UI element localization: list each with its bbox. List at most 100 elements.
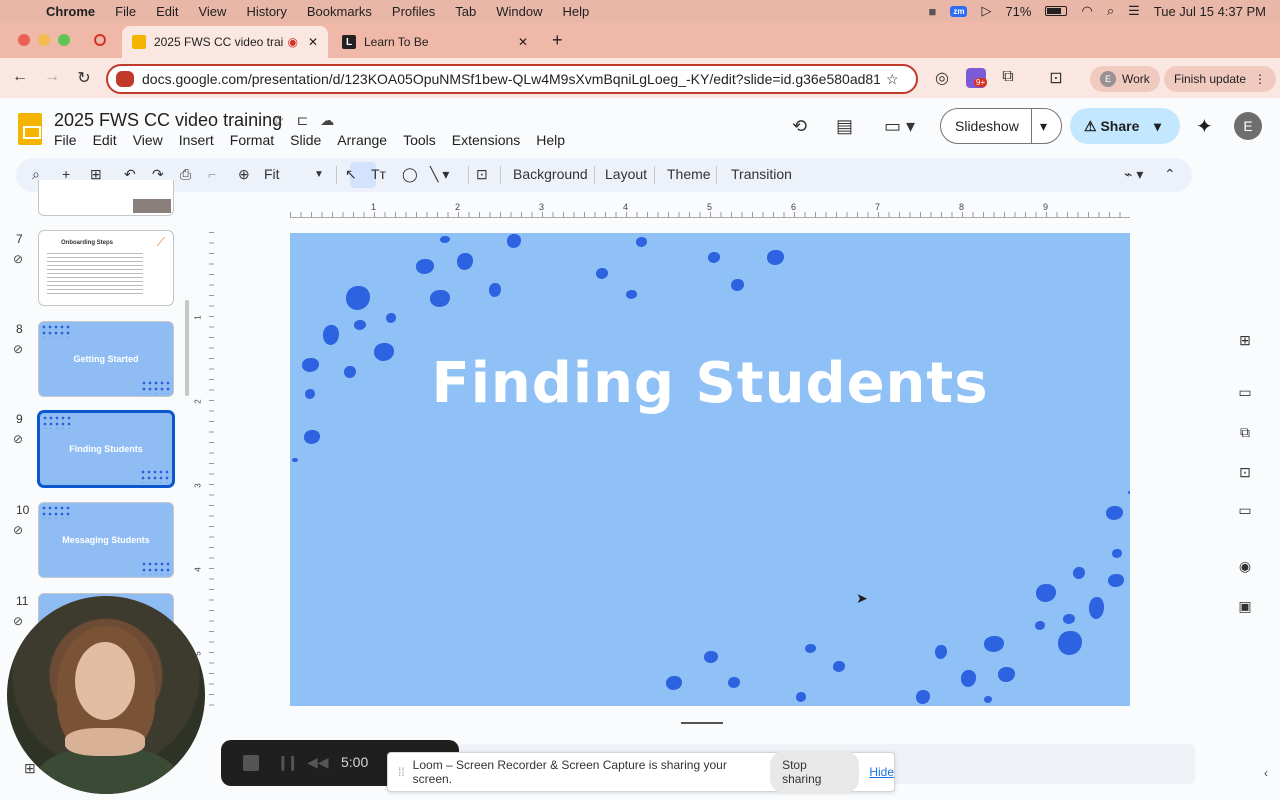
drag-handle-icon[interactable]: ⁞⁞ bbox=[398, 765, 405, 779]
wifi-icon[interactable]: ◠ bbox=[1081, 3, 1092, 19]
more-icon[interactable]: ⋮ bbox=[1254, 72, 1266, 86]
paint-format-icon[interactable]: ⌐ bbox=[208, 166, 216, 182]
pen-tool-icon[interactable]: ⌁ ▾ bbox=[1124, 166, 1143, 183]
shape-icon[interactable]: ◯ bbox=[402, 166, 418, 183]
filmstrip-scrollbar[interactable] bbox=[185, 300, 189, 396]
bookmark-star-icon[interactable]: ☆ bbox=[886, 71, 899, 88]
menu-bookmarks[interactable]: Bookmarks bbox=[307, 4, 372, 19]
record-icon[interactable]: ◉ bbox=[1236, 558, 1254, 575]
app-menu-slide[interactable]: Slide bbox=[290, 132, 321, 148]
reload-icon[interactable]: ↻ bbox=[74, 68, 94, 88]
video-icon[interactable]: ▣ bbox=[1236, 598, 1254, 615]
linked-slide-icon[interactable]: ⊘ bbox=[13, 614, 23, 628]
move-folder-icon[interactable]: ⊏ bbox=[297, 112, 309, 129]
tasks-icon[interactable]: ▭ bbox=[1236, 384, 1254, 401]
slide-thumbnail-8[interactable]: Getting Started bbox=[38, 321, 174, 397]
share-dropdown-icon[interactable]: ▾ bbox=[1154, 118, 1161, 135]
tab-close-icon[interactable]: ✕ bbox=[308, 35, 318, 49]
zoom-icon[interactable]: ⊕ bbox=[238, 166, 250, 183]
cloud-status-icon[interactable]: ☁ bbox=[320, 112, 334, 129]
collapse-side-panel-icon[interactable]: ‹ bbox=[1264, 766, 1268, 780]
speaker-notes-handle[interactable] bbox=[681, 722, 723, 724]
select-cursor-icon[interactable]: ↖ bbox=[345, 166, 357, 183]
slide-thumbnail-6[interactable] bbox=[38, 180, 174, 216]
slide-title[interactable]: Finding Students bbox=[290, 351, 1130, 416]
battery-icon[interactable] bbox=[1045, 6, 1068, 16]
profile-button[interactable]: E Work bbox=[1090, 66, 1160, 92]
app-menu-file[interactable]: File bbox=[54, 132, 77, 148]
comments-icon[interactable]: ▤ bbox=[836, 116, 853, 137]
slide-canvas[interactable]: Finding Students bbox=[290, 233, 1130, 706]
layout-button[interactable]: Layout bbox=[605, 166, 647, 182]
gemini-icon[interactable]: ✦ bbox=[1196, 114, 1213, 139]
zoom-select[interactable]: Fit bbox=[264, 166, 280, 182]
star-icon[interactable]: ☆ bbox=[272, 112, 285, 129]
finish-update-button[interactable]: Finish update ⋮ bbox=[1164, 66, 1277, 92]
tab-learn-to-be[interactable]: L Learn To Be ✕ bbox=[332, 26, 542, 58]
app-menu-insert[interactable]: Insert bbox=[179, 132, 214, 148]
slide-thumbnail-10[interactable]: Messaging Students bbox=[38, 502, 174, 578]
control-center-icon[interactable]: ☰ bbox=[1128, 3, 1140, 19]
vertical-ruler[interactable] bbox=[206, 232, 214, 706]
account-avatar[interactable]: E bbox=[1234, 112, 1262, 140]
menu-edit[interactable]: Edit bbox=[156, 4, 178, 19]
back-icon[interactable]: ← bbox=[10, 68, 30, 86]
address-bar[interactable]: docs.google.com/presentation/d/123KOA05O… bbox=[106, 64, 918, 94]
document-title[interactable]: 2025 FWS CC video training bbox=[54, 110, 282, 131]
linked-slide-icon[interactable]: ⊘ bbox=[13, 252, 23, 266]
slideshow-dropdown-icon[interactable]: ▾ bbox=[1032, 118, 1047, 135]
app-menu-help[interactable]: Help bbox=[536, 132, 565, 148]
slides-logo-icon[interactable] bbox=[18, 113, 42, 145]
transition-button[interactable]: Transition bbox=[731, 166, 792, 182]
app-menu-view[interactable]: View bbox=[133, 132, 163, 148]
hide-link[interactable]: Hide bbox=[869, 765, 894, 779]
background-button[interactable]: Background bbox=[513, 166, 588, 182]
menu-history[interactable]: History bbox=[246, 4, 286, 19]
add-comment-icon[interactable]: ⊡ bbox=[476, 166, 488, 183]
menu-help[interactable]: Help bbox=[563, 4, 590, 19]
zoom-dropdown-icon[interactable]: ▼ bbox=[314, 169, 324, 180]
linked-slide-icon[interactable]: ⊘ bbox=[13, 342, 23, 356]
pause-icon[interactable]: ❙❙ bbox=[277, 754, 299, 771]
menu-view[interactable]: View bbox=[198, 4, 226, 19]
calendar-icon[interactable]: ⊡ bbox=[1236, 464, 1254, 481]
new-tab-icon[interactable]: + bbox=[552, 30, 563, 51]
text-box-icon[interactable]: Tт bbox=[371, 166, 386, 182]
stop-recording-button[interactable] bbox=[243, 755, 259, 771]
extension-badge-icon[interactable]: 9+ bbox=[966, 68, 988, 88]
spotlight-icon[interactable]: ⌕ bbox=[1107, 3, 1114, 19]
menu-tab[interactable]: Tab bbox=[455, 4, 476, 19]
zoom-window-button[interactable] bbox=[58, 34, 70, 46]
tab-search-icon[interactable]: ⊡ bbox=[1046, 68, 1066, 88]
menubar-clock[interactable]: Tue Jul 15 4:37 PM bbox=[1154, 4, 1266, 19]
slide-thumbnail-9[interactable]: Finding Students bbox=[38, 411, 174, 487]
menu-file[interactable]: File bbox=[115, 4, 136, 19]
puzzle-icon[interactable]: ⧉ bbox=[998, 68, 1018, 86]
print-icon[interactable]: ⎙ bbox=[180, 166, 191, 183]
meet-video-icon[interactable]: ▭ ▾ bbox=[884, 116, 915, 137]
linked-slide-icon[interactable]: ⊘ bbox=[13, 432, 23, 446]
linked-slide-icon[interactable]: ⊘ bbox=[13, 523, 23, 537]
webcam-bubble[interactable] bbox=[7, 596, 205, 794]
hide-menus-icon[interactable]: ⌃ bbox=[1164, 166, 1176, 183]
keep-icon[interactable]: ⊞ bbox=[1236, 332, 1254, 349]
stop-sharing-button[interactable]: Stop sharing bbox=[770, 751, 860, 793]
app-menu-edit[interactable]: Edit bbox=[93, 132, 117, 148]
minimize-window-button[interactable] bbox=[38, 34, 50, 46]
app-menu-tools[interactable]: Tools bbox=[403, 132, 436, 148]
forward-icon[interactable]: → bbox=[42, 68, 62, 86]
play-icon[interactable]: ▷ bbox=[981, 3, 991, 19]
restart-icon[interactable]: ◀◀ bbox=[307, 754, 329, 771]
menu-profiles[interactable]: Profiles bbox=[392, 4, 435, 19]
tab-close-icon[interactable]: ✕ bbox=[518, 35, 528, 49]
app-menu-extensions[interactable]: Extensions bbox=[452, 132, 520, 148]
share-button[interactable]: ⚠ Share ▾ bbox=[1070, 108, 1180, 144]
theme-button[interactable]: Theme bbox=[667, 166, 711, 182]
line-icon[interactable]: ╲ ▾ bbox=[430, 166, 449, 183]
site-info-icon[interactable] bbox=[116, 71, 134, 87]
slideshow-button[interactable]: Slideshow ▾ bbox=[940, 108, 1062, 144]
zoom-icon[interactable]: zm bbox=[950, 5, 968, 17]
slide-thumbnail-7[interactable]: Onboarding Steps ⟋ bbox=[38, 230, 174, 306]
close-window-button[interactable] bbox=[18, 34, 30, 46]
version-history-icon[interactable]: ⟲ bbox=[792, 116, 807, 137]
